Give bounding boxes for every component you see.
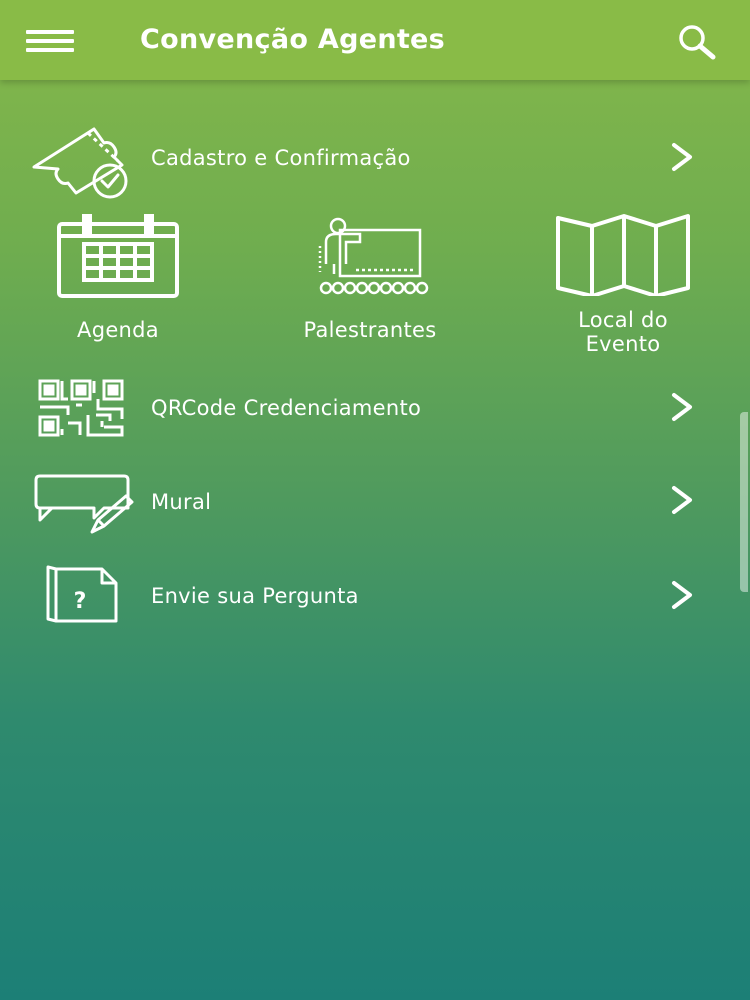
scroll-indicator <box>740 412 748 592</box>
presentation-icon <box>290 212 450 304</box>
tile-palestrantes[interactable]: Palestrantes <box>290 212 450 342</box>
map-icon <box>548 212 698 298</box>
ticket-check-icon <box>30 119 134 203</box>
chevron-right-icon <box>668 579 696 611</box>
tile-label-line2: Evento <box>585 332 661 356</box>
menu-item-label: Cadastro e Confirmação <box>151 146 411 170</box>
menu-item-mural[interactable]: Mural <box>0 460 750 546</box>
search-icon[interactable] <box>676 24 724 60</box>
tile-local-do-evento[interactable]: Local do Evento <box>548 212 698 356</box>
app-bar: Convenção Agentes <box>0 0 750 80</box>
menu-item-label: Mural <box>151 490 212 514</box>
svg-text:?: ? <box>74 589 87 614</box>
menu-item-cadastro[interactable]: Cadastro e Confirmação <box>0 115 750 201</box>
chevron-right-icon <box>668 141 696 173</box>
question-document-icon: ? <box>44 565 120 627</box>
qrcode-icon <box>38 379 128 441</box>
menu-item-pergunta[interactable]: ? Envie sua Pergunta <box>0 555 750 641</box>
menu-item-label: QRCode Credenciamento <box>151 396 422 420</box>
tile-label-line1: Local do <box>578 308 668 332</box>
chevron-right-icon <box>668 484 696 516</box>
menu-item-label: Envie sua Pergunta <box>151 584 359 608</box>
tile-label: Palestrantes <box>303 318 437 342</box>
hamburger-menu-icon[interactable] <box>26 30 74 54</box>
tile-agenda[interactable]: Agenda <box>48 212 188 342</box>
tile-label: Agenda <box>77 318 159 342</box>
app-title: Convenção Agentes <box>140 24 446 55</box>
menu-item-qrcode[interactable]: QRCode Credenciamento <box>0 365 750 451</box>
chevron-right-icon <box>668 391 696 423</box>
chat-bubble-pencil-icon <box>34 472 136 542</box>
calendar-icon <box>48 212 188 304</box>
